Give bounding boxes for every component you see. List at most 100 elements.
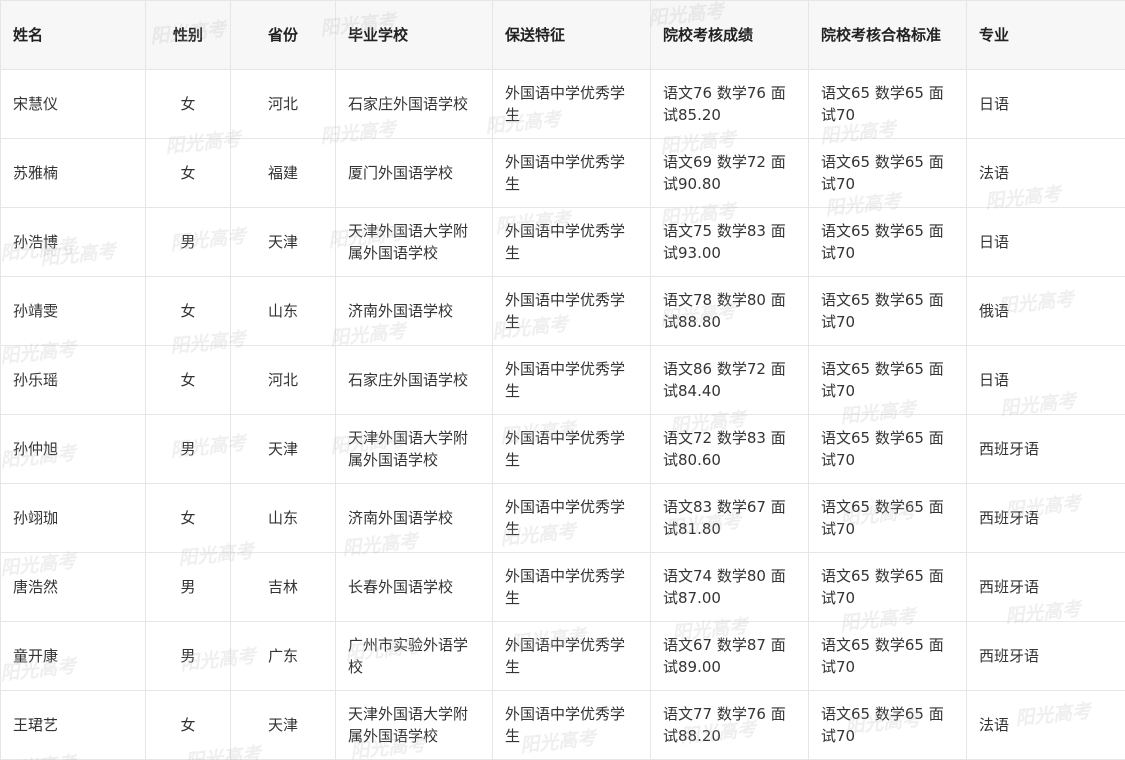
cell-province: 福建 bbox=[230, 138, 336, 208]
cell-school: 济南外国语学校 bbox=[335, 276, 493, 346]
cell-school: 厦门外国语学校 bbox=[335, 138, 493, 208]
header-school: 毕业学校 bbox=[335, 0, 493, 70]
header-gender: 性别 bbox=[145, 0, 231, 70]
cell-school: 济南外国语学校 bbox=[335, 483, 493, 553]
cell-standard: 语文65 数学65 面试70 bbox=[808, 276, 967, 346]
table-row: 孙乐瑶女河北 石家庄外国语学校 外国语中学优秀学生 语文86 数学72 面试84.40… bbox=[0, 345, 1125, 415]
cell-major: 西班牙语 bbox=[966, 621, 1125, 691]
cell-name: 孙乐瑶 bbox=[0, 345, 146, 415]
cell-gender: 女 bbox=[145, 138, 231, 208]
cell-feature: 外国语中学优秀学生 bbox=[492, 207, 651, 277]
cell-province: 天津 bbox=[230, 207, 336, 277]
cell-gender: 女 bbox=[145, 276, 231, 346]
cell-score: 语文69 数学72 面试90.80 bbox=[650, 138, 809, 208]
cell-school: 天津外国语大学附属外国语学校 bbox=[335, 207, 493, 277]
cell-school: 石家庄外国语学校 bbox=[335, 69, 493, 139]
cell-name: 孙靖雯 bbox=[0, 276, 146, 346]
cell-major: 俄语 bbox=[966, 276, 1125, 346]
table-header-row: 姓名 性别 省份 毕业学校 保送特征 院校考核成绩 院校考核合格标准 专业 bbox=[0, 0, 1125, 70]
cell-school: 天津外国语大学附属外国语学校 bbox=[335, 690, 493, 760]
cell-score: 语文74 数学80 面试87.00 bbox=[650, 552, 809, 622]
cell-school: 石家庄外国语学校 bbox=[335, 345, 493, 415]
cell-province: 天津 bbox=[230, 414, 336, 484]
cell-name: 孙翊珈 bbox=[0, 483, 146, 553]
cell-major: 日语 bbox=[966, 345, 1125, 415]
table-row: 孙浩博男天津 天津外国语大学附属外国语学校 外国语中学优秀学生 语文75 数学83 面… bbox=[0, 207, 1125, 277]
cell-feature: 外国语中学优秀学生 bbox=[492, 414, 651, 484]
cell-name: 宋慧仪 bbox=[0, 69, 146, 139]
cell-feature: 外国语中学优秀学生 bbox=[492, 138, 651, 208]
cell-major: 法语 bbox=[966, 138, 1125, 208]
header-name: 姓名 bbox=[0, 0, 146, 70]
table-body: 宋慧仪女河北 石家庄外国语学校 外国语中学优秀学生 语文76 数学76 面试85.20… bbox=[0, 69, 1125, 760]
cell-school: 长春外国语学校 bbox=[335, 552, 493, 622]
cell-feature: 外国语中学优秀学生 bbox=[492, 69, 651, 139]
table-row: 童开康男广东 广州市实验外语学校 外国语中学优秀学生 语文67 数学87 面试89.0… bbox=[0, 621, 1125, 691]
cell-feature: 外国语中学优秀学生 bbox=[492, 483, 651, 553]
cell-major: 日语 bbox=[966, 207, 1125, 277]
cell-standard: 语文65 数学65 面试70 bbox=[808, 552, 967, 622]
cell-gender: 女 bbox=[145, 690, 231, 760]
cell-province: 吉林 bbox=[230, 552, 336, 622]
cell-gender: 男 bbox=[145, 207, 231, 277]
cell-gender: 女 bbox=[145, 483, 231, 553]
cell-feature: 外国语中学优秀学生 bbox=[492, 552, 651, 622]
cell-standard: 语文65 数学65 面试70 bbox=[808, 69, 967, 139]
cell-score: 语文76 数学76 面试85.20 bbox=[650, 69, 809, 139]
cell-name: 王珺艺 bbox=[0, 690, 146, 760]
table-row: 孙靖雯女山东 济南外国语学校 外国语中学优秀学生 语文78 数学80 面试88.80 语… bbox=[0, 276, 1125, 346]
cell-score: 语文78 数学80 面试88.80 bbox=[650, 276, 809, 346]
admission-table: 姓名 性别 省份 毕业学校 保送特征 院校考核成绩 院校考核合格标准 专业 宋慧… bbox=[0, 0, 1125, 760]
table-row: 宋慧仪女河北 石家庄外国语学校 外国语中学优秀学生 语文76 数学76 面试85.20… bbox=[0, 69, 1125, 139]
cell-name: 唐浩然 bbox=[0, 552, 146, 622]
cell-standard: 语文65 数学65 面试70 bbox=[808, 345, 967, 415]
cell-score: 语文83 数学67 面试81.80 bbox=[650, 483, 809, 553]
cell-gender: 男 bbox=[145, 621, 231, 691]
table-row: 王珺艺女天津 天津外国语大学附属外国语学校 外国语中学优秀学生 语文77 数学76 面… bbox=[0, 690, 1125, 760]
cell-standard: 语文65 数学65 面试70 bbox=[808, 483, 967, 553]
header-major: 专业 bbox=[966, 0, 1125, 70]
cell-province: 山东 bbox=[230, 483, 336, 553]
cell-major: 西班牙语 bbox=[966, 483, 1125, 553]
table-row: 孙仲旭男天津 天津外国语大学附属外国语学校 外国语中学优秀学生 语文72 数学83 面… bbox=[0, 414, 1125, 484]
table-row: 苏雅楠女福建 厦门外国语学校 外国语中学优秀学生 语文69 数学72 面试90.80 语… bbox=[0, 138, 1125, 208]
cell-province: 河北 bbox=[230, 69, 336, 139]
table-row: 孙翊珈女山东 济南外国语学校 外国语中学优秀学生 语文83 数学67 面试81.80 语… bbox=[0, 483, 1125, 553]
cell-feature: 外国语中学优秀学生 bbox=[492, 276, 651, 346]
header-feature: 保送特征 bbox=[492, 0, 651, 70]
header-score: 院校考核成绩 bbox=[650, 0, 809, 70]
cell-school: 天津外国语大学附属外国语学校 bbox=[335, 414, 493, 484]
cell-province: 天津 bbox=[230, 690, 336, 760]
cell-major: 西班牙语 bbox=[966, 552, 1125, 622]
cell-name: 孙仲旭 bbox=[0, 414, 146, 484]
cell-name: 苏雅楠 bbox=[0, 138, 146, 208]
cell-feature: 外国语中学优秀学生 bbox=[492, 621, 651, 691]
cell-standard: 语文65 数学65 面试70 bbox=[808, 207, 967, 277]
cell-name: 孙浩博 bbox=[0, 207, 146, 277]
cell-province: 广东 bbox=[230, 621, 336, 691]
cell-standard: 语文65 数学65 面试70 bbox=[808, 414, 967, 484]
cell-gender: 男 bbox=[145, 552, 231, 622]
cell-score: 语文72 数学83 面试80.60 bbox=[650, 414, 809, 484]
cell-standard: 语文65 数学65 面试70 bbox=[808, 138, 967, 208]
cell-province: 山东 bbox=[230, 276, 336, 346]
cell-score: 语文77 数学76 面试88.20 bbox=[650, 690, 809, 760]
cell-score: 语文86 数学72 面试84.40 bbox=[650, 345, 809, 415]
cell-school: 广州市实验外语学校 bbox=[335, 621, 493, 691]
cell-major: 西班牙语 bbox=[966, 414, 1125, 484]
header-standard: 院校考核合格标准 bbox=[808, 0, 967, 70]
cell-gender: 男 bbox=[145, 414, 231, 484]
cell-major: 日语 bbox=[966, 69, 1125, 139]
cell-score: 语文75 数学83 面试93.00 bbox=[650, 207, 809, 277]
cell-province: 河北 bbox=[230, 345, 336, 415]
cell-major: 法语 bbox=[966, 690, 1125, 760]
cell-gender: 女 bbox=[145, 69, 231, 139]
cell-standard: 语文65 数学65 面试70 bbox=[808, 621, 967, 691]
cell-standard: 语文65 数学65 面试70 bbox=[808, 690, 967, 760]
cell-feature: 外国语中学优秀学生 bbox=[492, 690, 651, 760]
cell-name: 童开康 bbox=[0, 621, 146, 691]
cell-gender: 女 bbox=[145, 345, 231, 415]
cell-score: 语文67 数学87 面试89.00 bbox=[650, 621, 809, 691]
cell-feature: 外国语中学优秀学生 bbox=[492, 345, 651, 415]
header-province: 省份 bbox=[230, 0, 336, 70]
